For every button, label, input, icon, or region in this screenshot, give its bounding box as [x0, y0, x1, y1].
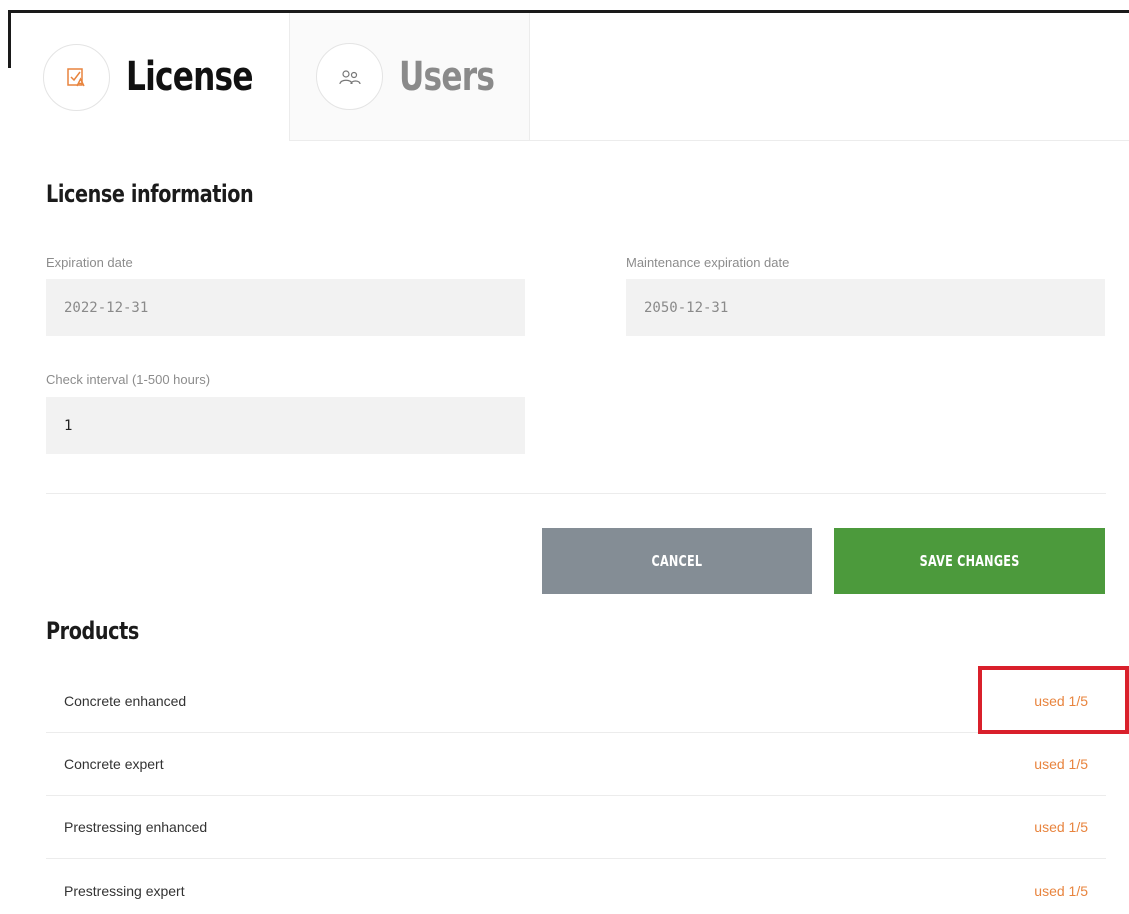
products-heading: Products — [46, 617, 139, 645]
product-name: Concrete enhanced — [64, 693, 187, 709]
license-icon — [43, 43, 110, 111]
product-name: Prestressing enhanced — [64, 819, 208, 835]
tab-license[interactable]: License — [11, 13, 290, 141]
users-icon — [316, 43, 383, 110]
expiration-date-value: 2022-12-31 — [64, 299, 149, 316]
product-usage: used 1/5 — [1034, 882, 1088, 899]
product-row: Concrete enhanced used 1/5 — [46, 670, 1106, 733]
tabs-divider — [530, 140, 1129, 141]
tab-users[interactable]: Users — [290, 13, 530, 141]
maintenance-expiration-label: Maintenance expiration date — [626, 255, 790, 270]
product-usage: used 1/5 — [1034, 819, 1088, 835]
check-interval-value: 1 — [64, 417, 73, 434]
product-row: Concrete expert used 1/5 — [46, 733, 1106, 796]
license-information-heading: License information — [46, 180, 254, 208]
expiration-date-label: Expiration date — [46, 255, 133, 270]
product-name: Concrete expert — [64, 756, 164, 772]
cancel-button[interactable]: CANCEL — [542, 528, 812, 594]
save-changes-button[interactable]: SAVE CHANGES — [834, 528, 1105, 594]
expiration-date-field: 2022-12-31 — [46, 279, 525, 336]
tab-license-label: License — [126, 54, 253, 100]
check-interval-label: Check interval (1-500 hours) — [46, 372, 211, 387]
check-interval-input[interactable]: 1 — [46, 397, 525, 454]
maintenance-expiration-value: 2050-12-31 — [644, 299, 729, 316]
product-usage: used 1/5 — [1034, 756, 1088, 772]
product-row: Prestressing expert used 1/5 — [46, 859, 1106, 914]
form-divider — [46, 493, 1106, 494]
product-row: Prestressing enhanced used 1/5 — [46, 796, 1106, 859]
product-name: Prestressing expert — [64, 882, 185, 899]
usage-highlight-box — [978, 666, 1129, 734]
maintenance-expiration-field: 2050-12-31 — [626, 279, 1105, 336]
cancel-button-label: CANCEL — [651, 552, 703, 570]
tab-users-label: Users — [399, 53, 495, 100]
save-changes-button-label: SAVE CHANGES — [919, 552, 1020, 570]
